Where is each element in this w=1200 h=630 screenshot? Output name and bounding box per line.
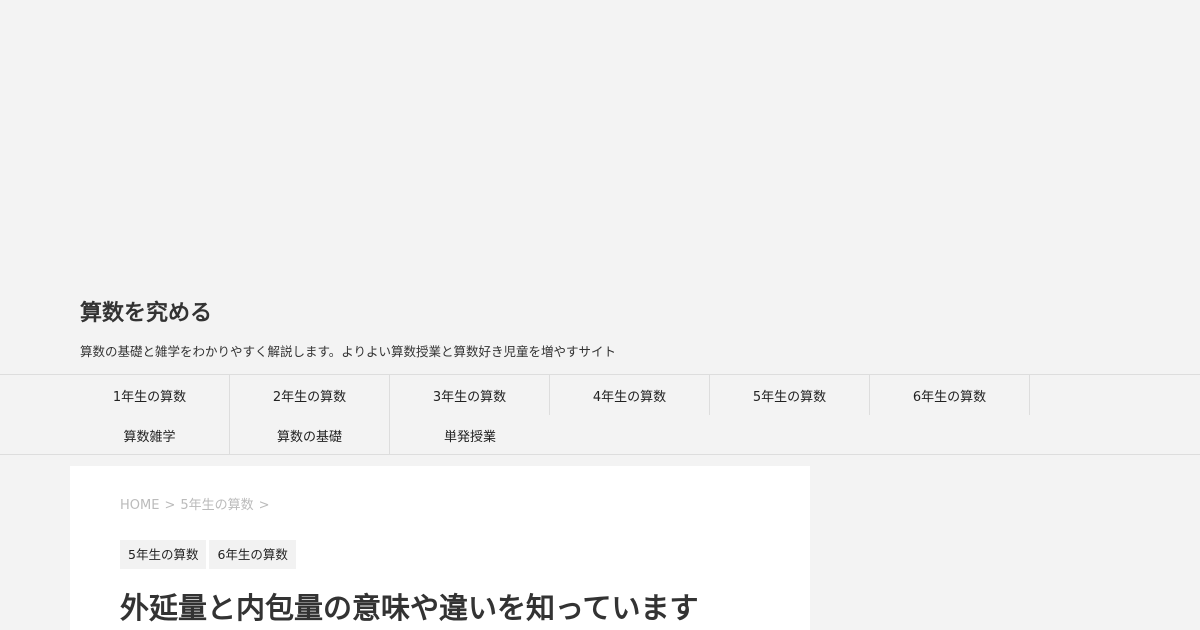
site-description: 算数の基礎と雑学をわかりやすく解説します。よりよい算数授業と算数好き児童を増やす… (80, 344, 617, 359)
nav-item-grade-4[interactable]: 4年生の算数 (550, 375, 710, 415)
nav-list: 1年生の算数 2年生の算数 3年生の算数 4年生の算数 5年生の算数 6年生の算… (70, 375, 1030, 455)
breadcrumb: HOME > 5年生の算数 > (120, 497, 275, 515)
breadcrumb-home-link[interactable]: HOME (120, 497, 159, 515)
nav-item-basics[interactable]: 算数の基礎 (230, 415, 390, 455)
nav-item-grade-5[interactable]: 5年生の算数 (710, 375, 870, 415)
global-nav: 1年生の算数 2年生の算数 3年生の算数 4年生の算数 5年生の算数 6年生の算… (0, 374, 1200, 455)
post-title: 外延量と内包量の意味や違いを知っています (120, 591, 699, 625)
nav-item-grade-2[interactable]: 2年生の算数 (230, 375, 390, 415)
site-title[interactable]: 算数を究める (80, 296, 1120, 332)
nav-item-grade-6[interactable]: 6年生の算数 (870, 375, 1030, 415)
nav-item-grade-1[interactable]: 1年生の算数 (70, 375, 230, 415)
site-header: 算数を究める 算数の基礎と雑学をわかりやすく解説します。よりよい算数授業と算数好… (80, 296, 1120, 359)
ad-space (0, 0, 1200, 285)
nav-item-grade-3[interactable]: 3年生の算数 (390, 375, 550, 415)
breadcrumb-separator: > (258, 498, 270, 513)
breadcrumb-category-link[interactable]: 5年生の算数 (180, 497, 253, 515)
category-tags: 5年生の算数 6年生の算数 (120, 540, 296, 569)
category-tag-grade-5[interactable]: 5年生の算数 (120, 540, 207, 569)
breadcrumb-separator: > (164, 498, 176, 513)
nav-item-single-lessons[interactable]: 単発授業 (390, 415, 550, 455)
nav-item-trivia[interactable]: 算数雑学 (70, 415, 230, 455)
article-card: HOME > 5年生の算数 > 5年生の算数 6年生の算数 外延量と内包量の意味… (70, 466, 810, 630)
category-tag-grade-6[interactable]: 6年生の算数 (209, 540, 296, 569)
